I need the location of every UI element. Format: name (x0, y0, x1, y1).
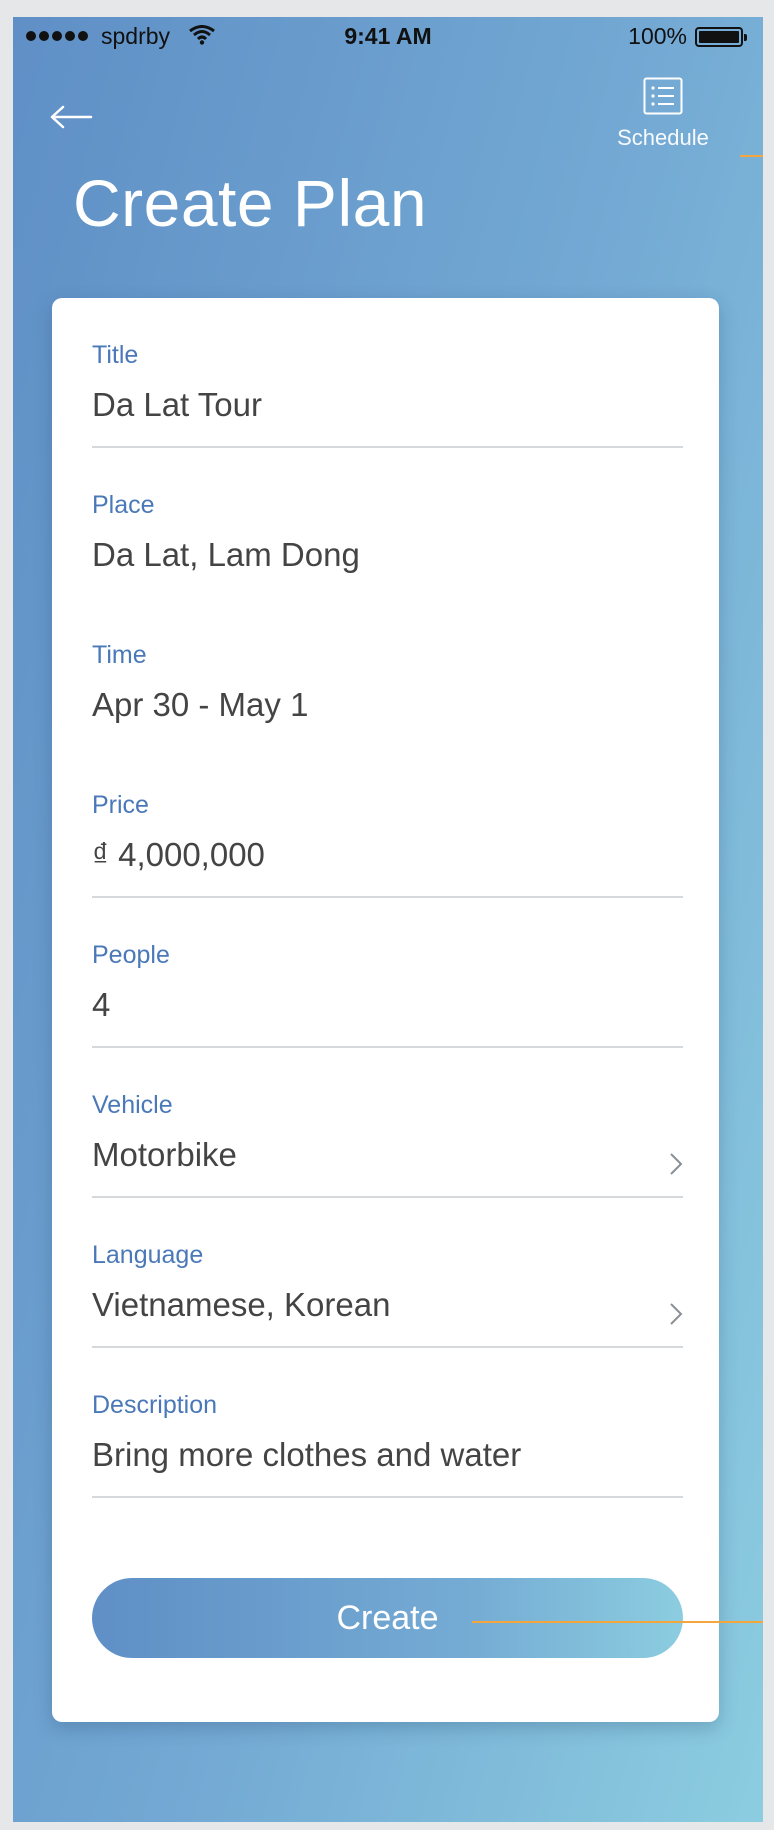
description-input[interactable]: Bring more clothes and water (92, 1436, 521, 1474)
plan-form-card: Title Da Lat Tour Place Da Lat, Lam Dong… (52, 298, 719, 1722)
people-field[interactable]: People 4 (92, 898, 683, 1048)
back-button[interactable] (49, 99, 99, 135)
price-field[interactable]: Price ₫ 4,000,000 (92, 748, 683, 898)
list-icon (643, 77, 683, 115)
annotation-line (740, 155, 763, 157)
field-label: Description (92, 1391, 218, 1419)
page-title: Create Plan (73, 166, 428, 240)
language-field[interactable]: Language Vietnamese, Korean (92, 1198, 683, 1348)
field-label: Language (92, 1241, 204, 1269)
title-field[interactable]: Title Da Lat Tour (92, 298, 683, 448)
field-label: People (92, 941, 170, 969)
chevron-right-icon (670, 1303, 683, 1325)
language-select[interactable]: Vietnamese, Korean (92, 1286, 390, 1324)
vehicle-field[interactable]: Vehicle Motorbike (92, 1048, 683, 1198)
schedule-label: Schedule (617, 125, 709, 150)
description-field[interactable]: Description Bring more clothes and water (92, 1348, 683, 1498)
time-input[interactable]: Apr 30 - May 1 (92, 686, 308, 724)
field-label: Price (92, 791, 149, 819)
title-input[interactable]: Da Lat Tour (92, 386, 262, 424)
create-plan-screen: spdrby 9:41 AM 100% Schedule Create Plan… (13, 17, 763, 1822)
price-input[interactable]: ₫ 4,000,000 (92, 836, 265, 874)
place-input[interactable]: Da Lat, Lam Dong (92, 536, 360, 574)
field-label: Vehicle (92, 1091, 173, 1119)
status-bar: spdrby 9:41 AM 100% (13, 17, 763, 57)
battery-icon (695, 27, 747, 47)
field-label: Time (92, 641, 147, 669)
field-label: Place (92, 491, 155, 519)
vehicle-select[interactable]: Motorbike (92, 1136, 237, 1174)
annotation-line (472, 1621, 763, 1623)
place-field[interactable]: Place Da Lat, Lam Dong (92, 448, 683, 598)
battery-percentage: 100% (628, 23, 687, 49)
time-field[interactable]: Time Apr 30 - May 1 (92, 598, 683, 748)
field-underline (92, 1496, 683, 1498)
field-label: Title (92, 341, 139, 369)
chevron-right-icon (670, 1153, 683, 1175)
schedule-button[interactable]: Schedule (603, 77, 723, 187)
people-input[interactable]: 4 (92, 986, 110, 1024)
create-button[interactable]: Create (92, 1578, 683, 1658)
arrow-left-icon (50, 105, 93, 129)
